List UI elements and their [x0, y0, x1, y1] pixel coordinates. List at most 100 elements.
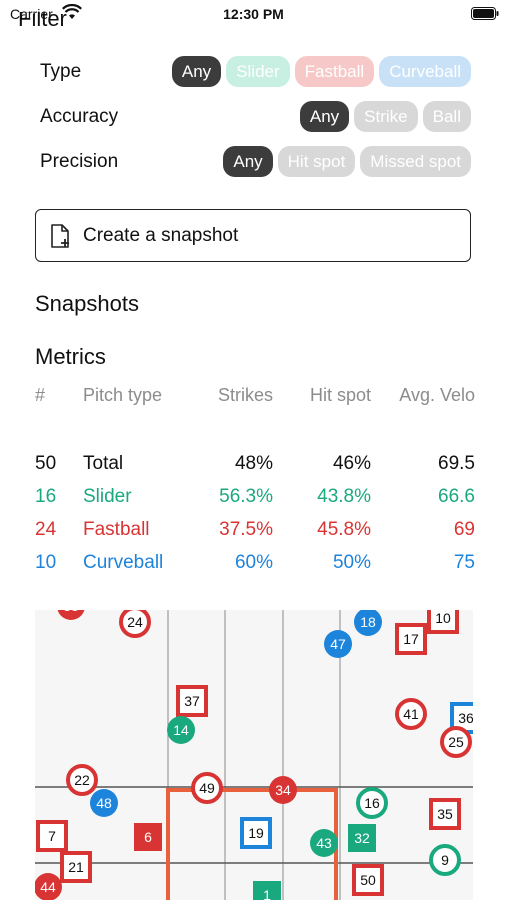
pitch-marker-37[interactable]: 37: [176, 685, 208, 717]
row-avg-velo: 69.5: [438, 452, 475, 474]
pitch-number: 24: [127, 614, 143, 630]
pitch-number: 9: [441, 852, 449, 868]
pitch-number: 6: [144, 829, 152, 845]
pitch-number: 37: [184, 693, 200, 709]
row-strikes: 56.3%: [219, 485, 273, 507]
col-pitch-type: Pitch type: [83, 385, 163, 405]
pitch-marker-34[interactable]: 34: [269, 776, 297, 804]
pitch-number: 1: [263, 887, 271, 900]
precision-chip-any[interactable]: Any: [223, 146, 273, 177]
row-hit-spot: 50%: [332, 551, 371, 573]
col-count: #: [35, 385, 46, 405]
row-avg-velo: 66.6: [438, 485, 475, 507]
pitch-number: 14: [173, 722, 189, 738]
pitch-plot-svg: 3824371418471710413625224849341635761943…: [35, 610, 473, 900]
pitch-marker-49[interactable]: 49: [191, 772, 223, 804]
battery-icon: [471, 7, 499, 20]
accuracy-chip-any[interactable]: Any: [299, 101, 350, 132]
pitch-number: 44: [40, 879, 56, 895]
type-chip-curveball[interactable]: Curveball: [379, 56, 471, 87]
row-count: 24: [35, 518, 57, 540]
pitch-marker-14[interactable]: 14: [167, 716, 195, 744]
pitch-number: 49: [199, 780, 215, 796]
pitch-number: 21: [68, 859, 84, 875]
metrics-row: 50 Total 48% 46% 69.5: [35, 447, 475, 480]
pitch-marker-22[interactable]: 22: [66, 764, 98, 796]
type-filter-chips: Any Slider Fastball Curveball: [171, 56, 471, 87]
pitch-marker-24[interactable]: 24: [119, 610, 151, 638]
pitch-number: 32: [354, 830, 370, 846]
row-hit-spot: 43.8%: [317, 485, 371, 507]
pitch-marker-50[interactable]: 50: [352, 864, 384, 896]
row-strikes: 37.5%: [219, 518, 273, 540]
pitch-marker-7[interactable]: 7: [36, 820, 68, 852]
row-count: 10: [35, 551, 57, 573]
pitch-marker-47[interactable]: 47: [324, 630, 352, 658]
row-strikes: 60%: [234, 551, 273, 573]
filter-section-title: Filter: [18, 12, 67, 30]
pitch-number: 34: [275, 782, 291, 798]
metrics-row: 10 Curveball 60% 50% 75: [35, 546, 475, 579]
pitch-number: 35: [437, 806, 453, 822]
pitch-marker-25[interactable]: 25: [440, 726, 472, 758]
col-strikes: Strikes: [217, 385, 273, 405]
pitch-marker-38[interactable]: 38: [57, 610, 85, 620]
pitch-marker-1[interactable]: 1: [253, 881, 281, 900]
pitch-marker-16[interactable]: 16: [356, 787, 388, 819]
type-chip-any[interactable]: Any: [171, 56, 222, 87]
accuracy-filter-label: Accuracy: [40, 106, 119, 127]
row-pitch-type: Slider: [83, 485, 132, 507]
row-count: 50: [35, 452, 57, 474]
row-pitch-type: Total: [83, 452, 124, 474]
accuracy-chip-strike[interactable]: Strike: [354, 101, 418, 132]
pitch-marker-43[interactable]: 43: [310, 829, 338, 857]
pitch-marker-18[interactable]: 18: [354, 610, 382, 636]
pitch-number: 36: [458, 710, 473, 726]
pitch-number: 19: [248, 825, 264, 841]
metrics-row: 16 Slider 56.3% 43.8% 66.6: [35, 480, 475, 513]
pitch-location-plot: 3824371418471710413625224849341635761943…: [35, 610, 473, 900]
pitch-number: 41: [403, 706, 419, 722]
document-plus-icon: [51, 224, 69, 248]
pitch-number: 50: [360, 872, 376, 888]
pitch-marker-48[interactable]: 48: [90, 789, 118, 817]
pitch-number: 43: [316, 835, 332, 851]
status-bar: Carrier 12:30 PM: [0, 0, 507, 30]
precision-chip-missed-spot[interactable]: Missed spot: [360, 146, 471, 177]
metrics-row: 24 Fastball 37.5% 45.8% 69: [35, 513, 475, 546]
pitch-number: 16: [364, 795, 380, 811]
metrics-header-row: # Pitch type Strikes Hit spot Avg. Velo: [35, 385, 475, 447]
accuracy-chip-ball[interactable]: Ball: [422, 101, 471, 132]
metrics-table: # Pitch type Strikes Hit spot Avg. Velo …: [35, 385, 475, 579]
pitch-number: 38: [63, 610, 79, 614]
pitch-marker-19[interactable]: 19: [240, 817, 272, 849]
create-snapshot-button[interactable]: Create a snapshot: [35, 209, 471, 262]
row-strikes: 48%: [234, 452, 273, 474]
row-hit-spot: 46%: [332, 452, 371, 474]
row-pitch-type: Curveball: [83, 551, 164, 573]
type-chip-slider[interactable]: Slider: [226, 56, 290, 87]
pitch-marker-35[interactable]: 35: [429, 798, 461, 830]
clock: 12:30 PM: [223, 6, 284, 22]
snapshots-heading: Snapshots: [35, 291, 139, 316]
pitch-marker-44[interactable]: 44: [35, 873, 62, 900]
type-chip-fastball[interactable]: Fastball: [294, 56, 375, 87]
pitch-marker-10[interactable]: 10: [427, 610, 459, 634]
metrics-heading: Metrics: [35, 344, 106, 369]
pitch-marker-32[interactable]: 32: [348, 824, 376, 852]
precision-chip-hit-spot[interactable]: Hit spot: [277, 146, 356, 177]
pitch-marker-17[interactable]: 17: [395, 623, 427, 655]
row-avg-velo: 69: [453, 518, 475, 540]
accuracy-filter-chips: Any Strike Ball: [299, 101, 471, 132]
pitch-number: 47: [330, 636, 346, 652]
pitch-number: 25: [448, 734, 464, 750]
col-avg-velo: Avg. Velo: [399, 385, 475, 405]
pitch-marker-41[interactable]: 41: [395, 698, 427, 730]
type-filter-label: Type: [40, 61, 82, 82]
precision-filter-chips: Any Hit spot Missed spot: [223, 146, 471, 177]
pitch-marker-21[interactable]: 21: [60, 851, 92, 883]
pitch-number: 17: [403, 631, 419, 647]
pitch-marker-9[interactable]: 9: [429, 844, 461, 876]
pitch-number: 10: [435, 610, 451, 626]
pitch-marker-6[interactable]: 6: [134, 823, 162, 851]
